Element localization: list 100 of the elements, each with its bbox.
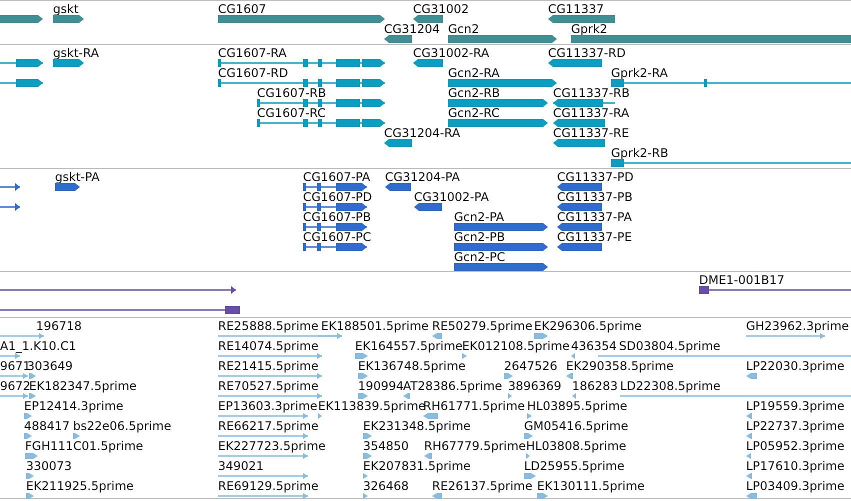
feature-label: CG11337-RA (553, 106, 630, 120)
feature-arrow[interactable] (448, 34, 557, 44)
feature-arrow[interactable] (257, 98, 385, 108)
feature-arrow[interactable] (414, 202, 442, 212)
feature-arrow[interactable] (218, 78, 385, 88)
feature-arrow[interactable] (557, 222, 602, 232)
feature-arrow[interactable] (384, 138, 412, 148)
feature-label: RE50279.5prime (432, 319, 532, 333)
feature-arrow[interactable] (553, 138, 605, 148)
feature-arrow[interactable] (413, 58, 443, 68)
feature-label: gskt (53, 2, 79, 16)
feature-label: LP19559.3prime (746, 399, 845, 413)
feature-arrow[interactable] (218, 14, 385, 24)
feature-label: 3896369 (508, 379, 562, 393)
feature-label: RE14074.5prime (218, 339, 318, 353)
feature-arrow[interactable] (0, 182, 20, 192)
feature-label: gskt-RA (53, 46, 99, 60)
feature-arrow[interactable] (257, 118, 385, 128)
feature-label: Gcn2-RC (448, 106, 500, 120)
feature-arrow[interactable] (553, 118, 605, 128)
feature-arrow[interactable] (454, 262, 548, 272)
feature-label: 488417 (24, 419, 70, 433)
feature-label: RE25888.5prime (218, 319, 318, 333)
feature-label: EK182347.5prime (29, 379, 137, 393)
feature-arrow[interactable] (0, 351, 20, 361)
feature-arrow[interactable] (0, 14, 43, 24)
feature-label: EK231348.5prime (363, 419, 471, 433)
feature-arrow[interactable] (448, 118, 548, 128)
feature-label: RE66217.5prime (218, 419, 318, 433)
feature-label: CG1607-RA (218, 46, 287, 60)
feature-label: RH67779.5prime (424, 439, 526, 453)
feature-label: LD25955.5prime (524, 459, 625, 473)
feature-arrow[interactable] (0, 78, 43, 88)
feature-label: CG11337-PB (557, 190, 633, 204)
feature-label: Gcn2-RA (448, 66, 500, 80)
feature-label: CG11337 (548, 2, 604, 16)
feature-arrow[interactable] (303, 182, 367, 192)
feature-arrow[interactable] (557, 202, 602, 212)
feature-label: EK188501.5prime (321, 319, 429, 333)
feature-label: CG1607-RB (257, 86, 326, 100)
feature-arrow[interactable] (548, 14, 615, 24)
feature-arrow[interactable] (385, 182, 411, 192)
feature-label: Gcn2-RB (448, 86, 500, 100)
feature-arrow[interactable] (611, 158, 851, 168)
feature-label: CG1607-PD (303, 190, 372, 204)
feature-label: 9672 (0, 379, 31, 393)
feature-label: EK290358.5prime (566, 359, 674, 373)
feature-label: RE70527.5prime (218, 379, 318, 393)
feature-label: Gprk2 (571, 22, 608, 36)
feature-label: LD22308.5prime (620, 379, 721, 393)
feature-label: 349021 (218, 459, 264, 473)
feature-label: RH61771.5prime (423, 399, 525, 413)
feature-label: CG31204 (384, 22, 440, 36)
feature-arrow[interactable] (553, 98, 615, 108)
feature-label: EP12414.3prime (24, 399, 124, 413)
feature-arrow[interactable] (557, 182, 602, 192)
feature-arrow[interactable] (454, 222, 548, 232)
feature-label: bs22e06.5prime (73, 419, 172, 433)
feature-label: LP05952.3prime (746, 439, 845, 453)
feature-label: LP22737.3prime (746, 419, 845, 433)
feature-label: EK207831.5prime (363, 459, 471, 473)
feature-arrow[interactable] (611, 78, 851, 88)
feature-label: GM05416.5prime (524, 419, 628, 433)
feature-label: EK296306.5prime (534, 319, 642, 333)
feature-label: EK012108.5prime (462, 339, 570, 353)
feature-arrow[interactable] (0, 202, 20, 212)
feature-label: Gcn2-PB (454, 230, 505, 244)
feature-label: EK130111.5prime (537, 479, 645, 493)
feature-label: CG31002 (413, 2, 469, 16)
feature-label: CG11337-PA (557, 210, 632, 224)
feature-arrow[interactable] (413, 14, 443, 24)
feature-label: HL03808.5prime (526, 439, 626, 453)
feature-label: 326468 (363, 479, 409, 493)
feature-arrow[interactable] (448, 78, 557, 88)
feature-arrow[interactable] (384, 34, 412, 44)
feature-arrow[interactable] (0, 58, 43, 68)
feature-arrow[interactable] (548, 58, 602, 68)
feature-arrow[interactable] (303, 242, 367, 252)
feature-label: 186283 (572, 379, 618, 393)
feature-label: FGH111C01.5prime (25, 439, 144, 453)
feature-label: CG1607-PA (303, 170, 370, 184)
feature-label: SD03804.5prime (619, 339, 720, 353)
feature-arrow[interactable] (699, 285, 851, 295)
feature-arrow[interactable] (55, 182, 80, 192)
feature-arrow[interactable] (454, 242, 548, 252)
feature-label: 190994 (358, 379, 404, 393)
feature-label: EK136748.5prime (358, 359, 466, 373)
feature-arrow[interactable] (0, 305, 240, 315)
feature-arrow[interactable] (303, 202, 367, 212)
feature-arrow[interactable] (0, 285, 236, 295)
feature-label: CG31002-RA (413, 46, 490, 60)
feature-arrow[interactable] (53, 14, 84, 24)
feature-arrow[interactable] (218, 58, 385, 68)
feature-label: CG31204-RA (384, 126, 460, 140)
feature-arrow[interactable] (557, 242, 602, 252)
feature-label: Gcn2 (448, 22, 480, 36)
feature-arrow[interactable] (53, 58, 84, 68)
feature-label: 2647526 (504, 359, 558, 373)
feature-arrow[interactable] (448, 98, 548, 108)
feature-arrow[interactable] (303, 222, 367, 232)
